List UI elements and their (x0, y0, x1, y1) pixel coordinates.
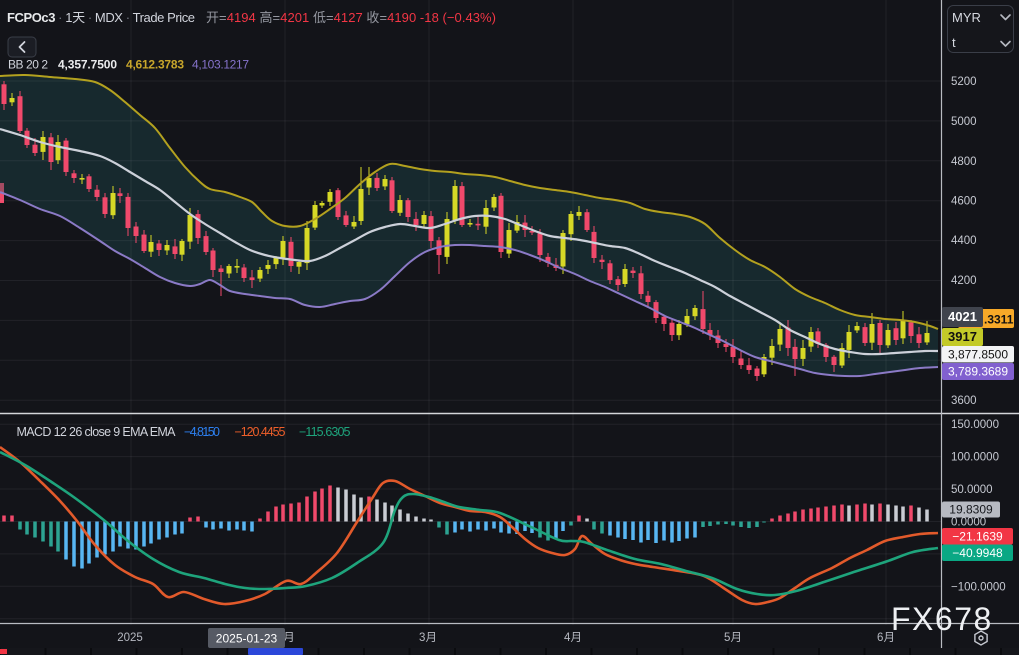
svg-text:0.0000: 0.0000 (951, 517, 986, 529)
svg-text:5000: 5000 (951, 116, 977, 128)
svg-text:4800: 4800 (951, 156, 977, 168)
svg-text:−120.4455: −120.4455 (235, 425, 286, 439)
svg-text:2025-01-23: 2025-01-23 (216, 632, 278, 646)
svg-text:4,357.7500: 4,357.7500 (58, 58, 117, 72)
svg-text:4,103.1217: 4,103.1217 (192, 58, 249, 72)
svg-text:6月: 6月 (877, 632, 895, 644)
svg-text:4,612.3783: 4,612.3783 (126, 58, 184, 72)
svg-text:2025: 2025 (117, 632, 143, 644)
svg-text:5200: 5200 (951, 76, 977, 88)
svg-text:−21.1639: −21.1639 (952, 529, 1003, 543)
svg-text:3600: 3600 (951, 395, 977, 407)
svg-text:3月: 3月 (419, 632, 437, 644)
svg-text:5月: 5月 (724, 632, 742, 644)
svg-text:4600: 4600 (951, 196, 977, 208)
svg-text:−115.6305: −115.6305 (299, 425, 351, 439)
svg-text:3,877.8500: 3,877.8500 (948, 347, 1008, 361)
svg-text:MYR: MYR (952, 10, 981, 25)
svg-text:3,789.3689: 3,789.3689 (948, 365, 1008, 379)
svg-text:19.8309: 19.8309 (949, 503, 993, 517)
svg-text:4月: 4月 (564, 632, 582, 644)
svg-text:4400: 4400 (951, 235, 977, 247)
svg-text:4200: 4200 (951, 275, 977, 287)
svg-text:MACD 12 26 close 9 EMA EMA: MACD 12 26 close 9 EMA EMA (17, 425, 177, 439)
svg-text:.3311: .3311 (984, 313, 1014, 327)
svg-text:t: t (952, 35, 956, 50)
svg-text:4021: 4021 (948, 309, 977, 324)
svg-text:−4.8150: −4.8150 (184, 425, 220, 439)
svg-text:50.0000: 50.0000 (951, 484, 993, 496)
svg-text:开=4194 高=4201 低=4127 收=4190 -1: 开=4194 高=4201 低=4127 收=4190 -18 (−0.43%) (206, 10, 496, 25)
svg-text:−100.0000: −100.0000 (951, 582, 1006, 594)
svg-text:BB 20 2: BB 20 2 (8, 58, 48, 72)
svg-text:3917: 3917 (948, 329, 977, 344)
svg-text:−40.9948: −40.9948 (952, 546, 1003, 560)
svg-text:FX678: FX678 (891, 601, 993, 637)
svg-text:150.0000: 150.0000 (951, 419, 999, 431)
svg-text:100.0000: 100.0000 (951, 452, 999, 464)
svg-text:FCPOc3 · 1天 · MDX · Trade Pric: FCPOc3 · 1天 · MDX · Trade Price (7, 10, 195, 25)
